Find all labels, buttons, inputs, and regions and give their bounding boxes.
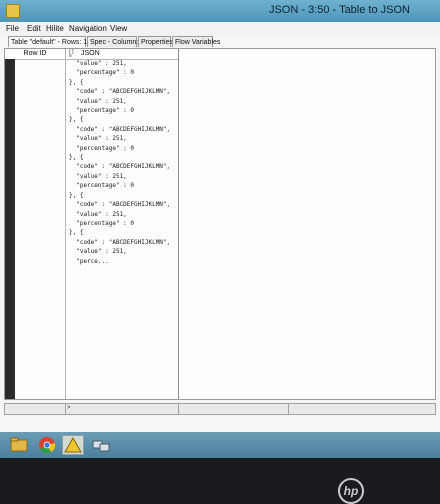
hp-logo: hp [338,478,364,504]
json-line: "code" : "ABCDEFGHIJKLMN", [69,125,171,133]
file-explorer-icon[interactable] [8,435,30,455]
json-line: "code" : "ABCDEFGHIJKLMN", [69,163,171,171]
json-line: "value" : 251, [69,248,127,256]
taskbar [0,432,440,458]
tab-table-default[interactable]: Table "default" - Rows: 1 [8,36,87,47]
json-line: }, { [69,154,84,162]
scroll-right-icon[interactable]: > [67,405,71,411]
data-table: Row ID { } ≡ JSON "value" : 251, "percent… [4,48,436,400]
json-line: "perce... [69,257,109,265]
monitor-bezel [0,458,440,500]
json-type-icon: { } ≡ [69,49,74,59]
menu-hilite[interactable]: Hilite [46,24,64,33]
json-line: }, { [69,116,84,124]
screen: JSON - 3:50 - Table to JSON File Edit Hi… [0,0,440,458]
json-line: "code" : "ABCDEFGHIJKLMN", [69,238,171,246]
json-line: "percentage" : 0 [69,107,135,115]
tab-flow-variables[interactable]: Flow Variables [172,36,220,47]
window-title: JSON - 3:50 - Table to JSON [268,4,410,16]
json-line: "value" : 251, [69,60,127,67]
menu-navigation[interactable]: Navigation [69,24,107,33]
menu-file[interactable]: File [6,24,19,33]
menu-view[interactable]: View [110,24,127,33]
app-icon [6,4,20,18]
network-icon[interactable] [90,435,112,455]
json-line: "code" : "ABCDEFGHIJKLMN", [69,201,171,209]
json-column: { } ≡ JSON "value" : 251, "percentage" : … [65,49,179,399]
json-line: "percentage" : 0 [69,144,135,152]
json-line: "percentage" : 0 [69,69,135,77]
scrollbar-divider [178,404,179,414]
json-line: "value" : 251, [69,97,127,105]
json-line: "value" : 251, [69,135,127,143]
json-line: "value" : 251, [69,210,127,218]
json-cell[interactable]: "value" : 251, "percentage" : 0}, { "cod… [69,59,170,266]
scrollbar-segment [5,404,66,414]
menu-edit[interactable]: Edit [27,24,41,33]
json-column-label: JSON [81,50,100,57]
tab-properties[interactable]: Properties [138,36,173,47]
json-line: "percentage" : 0 [69,219,135,227]
row-id-column: Row ID [5,49,66,399]
tab-spec[interactable]: Spec - Column: 1 [87,36,144,47]
json-line: }, { [69,191,84,199]
json-line: "value" : 251, [69,172,127,180]
chrome-icon[interactable] [36,435,58,455]
horizontal-scrollbar[interactable]: > [4,403,436,415]
knime-icon[interactable] [62,435,84,455]
row-header-strip [5,59,15,399]
title-bar[interactable]: JSON - 3:50 - Table to JSON [0,0,440,22]
json-line: "code" : "ABCDEFGHIJKLMN", [69,88,171,96]
json-line: }, { [69,78,84,86]
scrollbar-divider [288,404,289,414]
json-line: }, { [69,229,84,237]
menu-bar: File Edit Hilite Navigation View [0,22,440,36]
json-line: "percentage" : 0 [69,182,135,190]
